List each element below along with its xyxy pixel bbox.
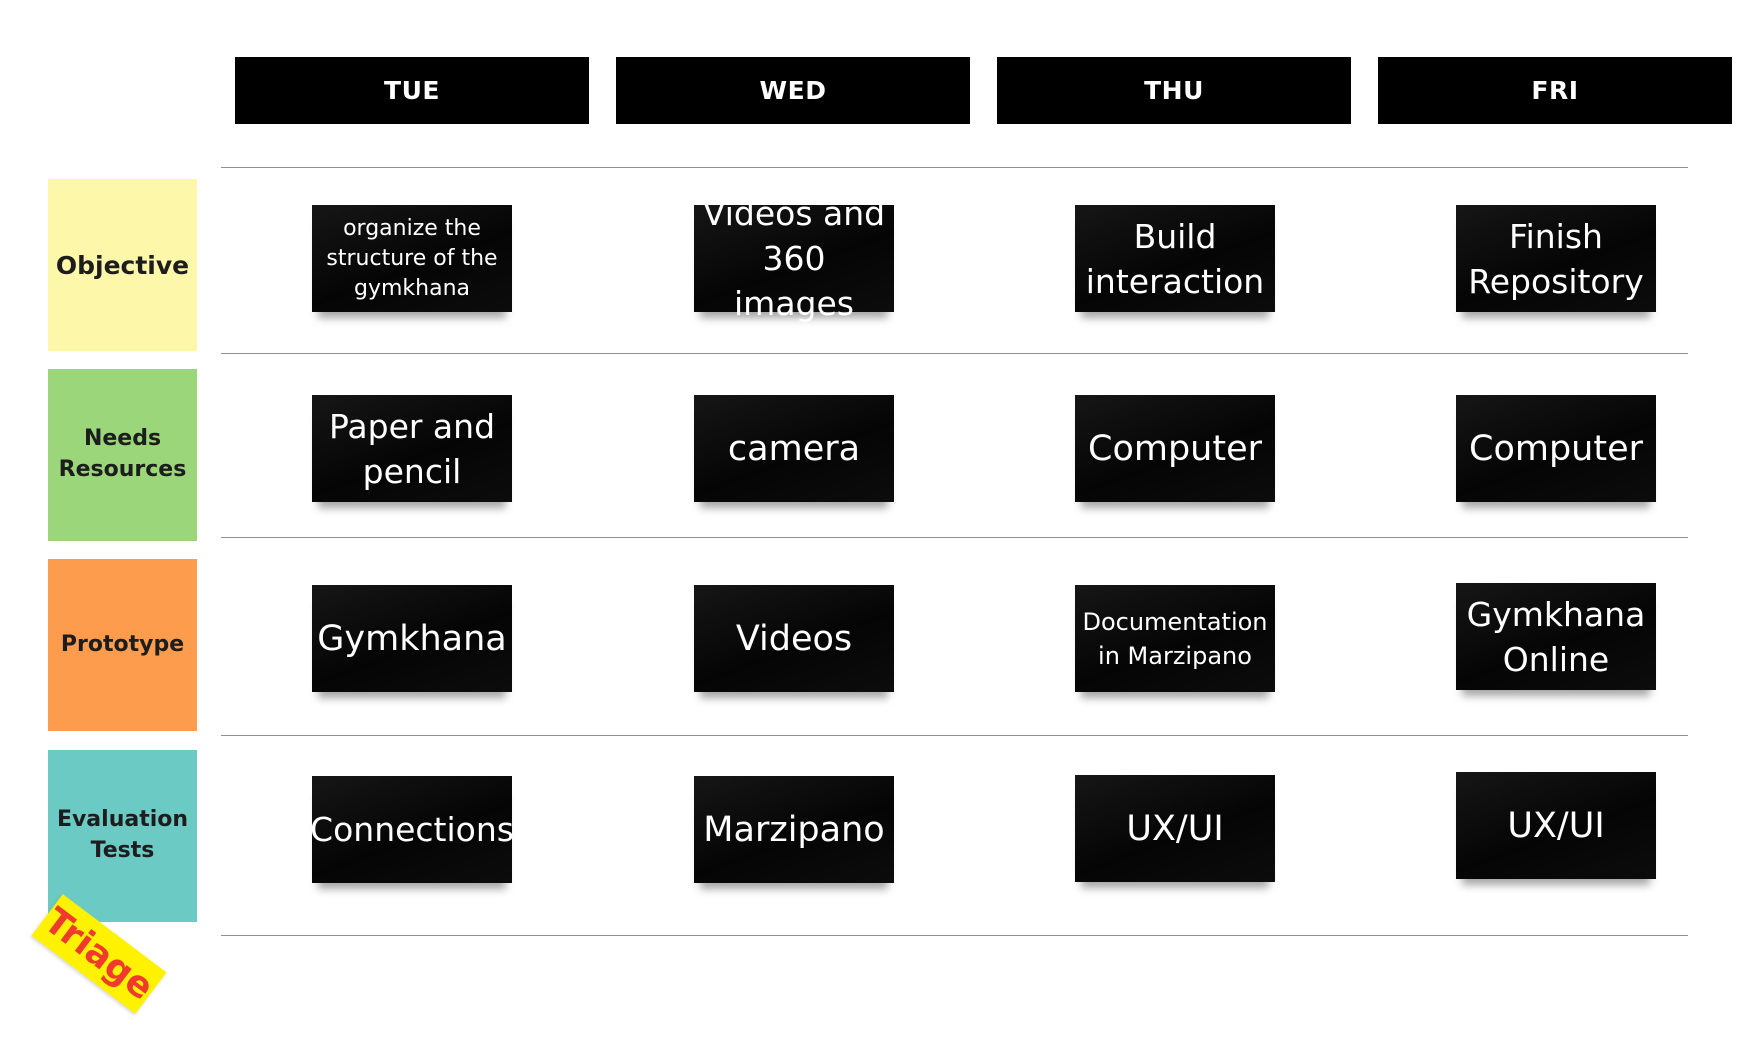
- sticky-note-card[interactable]: UX/UI: [1075, 775, 1275, 882]
- card-text: organize the structure of the gymkhana: [326, 215, 498, 301]
- row-divider: [221, 537, 1688, 538]
- row-label-text: Evaluation Tests: [56, 807, 189, 863]
- card-text: Marzipano: [703, 809, 885, 850]
- sticky-note-card[interactable]: Connections: [310, 776, 514, 883]
- sticky-note-card[interactable]: Videos and 360 images: [694, 194, 894, 323]
- card-text: Videos and 360 images: [702, 194, 886, 323]
- sticky-note-card[interactable]: organize the structure of the gymkhana: [312, 205, 512, 312]
- card-text: Gymkhana Online: [1466, 594, 1646, 679]
- day-header-tue: TUE: [235, 57, 589, 124]
- row-divider: [221, 167, 1688, 168]
- card-text: Finish Repository: [1468, 216, 1644, 301]
- card-text: UX/UI: [1507, 805, 1605, 846]
- row-label-objective: Objective: [48, 179, 197, 351]
- day-header-thu: THU: [997, 57, 1351, 124]
- row-label-text: Objective: [55, 250, 190, 280]
- sticky-note-card[interactable]: UX/UI: [1456, 772, 1656, 879]
- row-label-text: Needs Resources: [58, 426, 187, 482]
- row-label-text: Prototype: [60, 631, 185, 657]
- card-text: Paper and pencil: [328, 406, 496, 491]
- card-text: Gymkhana: [317, 618, 507, 659]
- row-divider: [221, 353, 1688, 354]
- sticky-note-card[interactable]: Gymkhana Online: [1456, 583, 1656, 690]
- day-header-fri: FRI: [1378, 57, 1732, 124]
- card-text: Documentation in Marzipano: [1082, 607, 1268, 670]
- row-divider: [221, 935, 1688, 936]
- card-text: Computer: [1469, 428, 1643, 469]
- sticky-note-card[interactable]: Build interaction: [1075, 205, 1275, 312]
- row-divider: [221, 735, 1688, 736]
- day-header-wed: WED: [616, 57, 970, 124]
- day-label: WED: [759, 76, 827, 105]
- sticky-note-card[interactable]: Paper and pencil: [312, 395, 512, 502]
- sticky-note-card[interactable]: camera: [694, 395, 894, 502]
- sticky-note-card[interactable]: Finish Repository: [1456, 205, 1656, 312]
- sticky-note-card[interactable]: Computer: [1075, 395, 1275, 502]
- row-label-evaluation-tests: Evaluation Tests: [48, 750, 197, 922]
- card-text: camera: [727, 428, 861, 469]
- card-text: Connections: [310, 810, 514, 849]
- day-label: THU: [1144, 76, 1204, 105]
- sticky-note-card[interactable]: Documentation in Marzipano: [1075, 585, 1275, 692]
- sticky-note-card[interactable]: Gymkhana: [312, 585, 512, 692]
- day-label: FRI: [1531, 76, 1579, 105]
- sticky-note-card[interactable]: Videos: [694, 585, 894, 692]
- card-text: Videos: [735, 618, 853, 659]
- sticky-note-card[interactable]: Marzipano: [694, 776, 894, 883]
- card-text: Computer: [1088, 428, 1262, 469]
- row-label-needs-resources: Needs Resources: [48, 369, 197, 541]
- sticky-note-card[interactable]: Computer: [1456, 395, 1656, 502]
- card-text: UX/UI: [1126, 808, 1224, 849]
- card-text: Build interaction: [1085, 216, 1265, 301]
- day-label: TUE: [384, 76, 440, 105]
- row-label-prototype: Prototype: [48, 559, 197, 731]
